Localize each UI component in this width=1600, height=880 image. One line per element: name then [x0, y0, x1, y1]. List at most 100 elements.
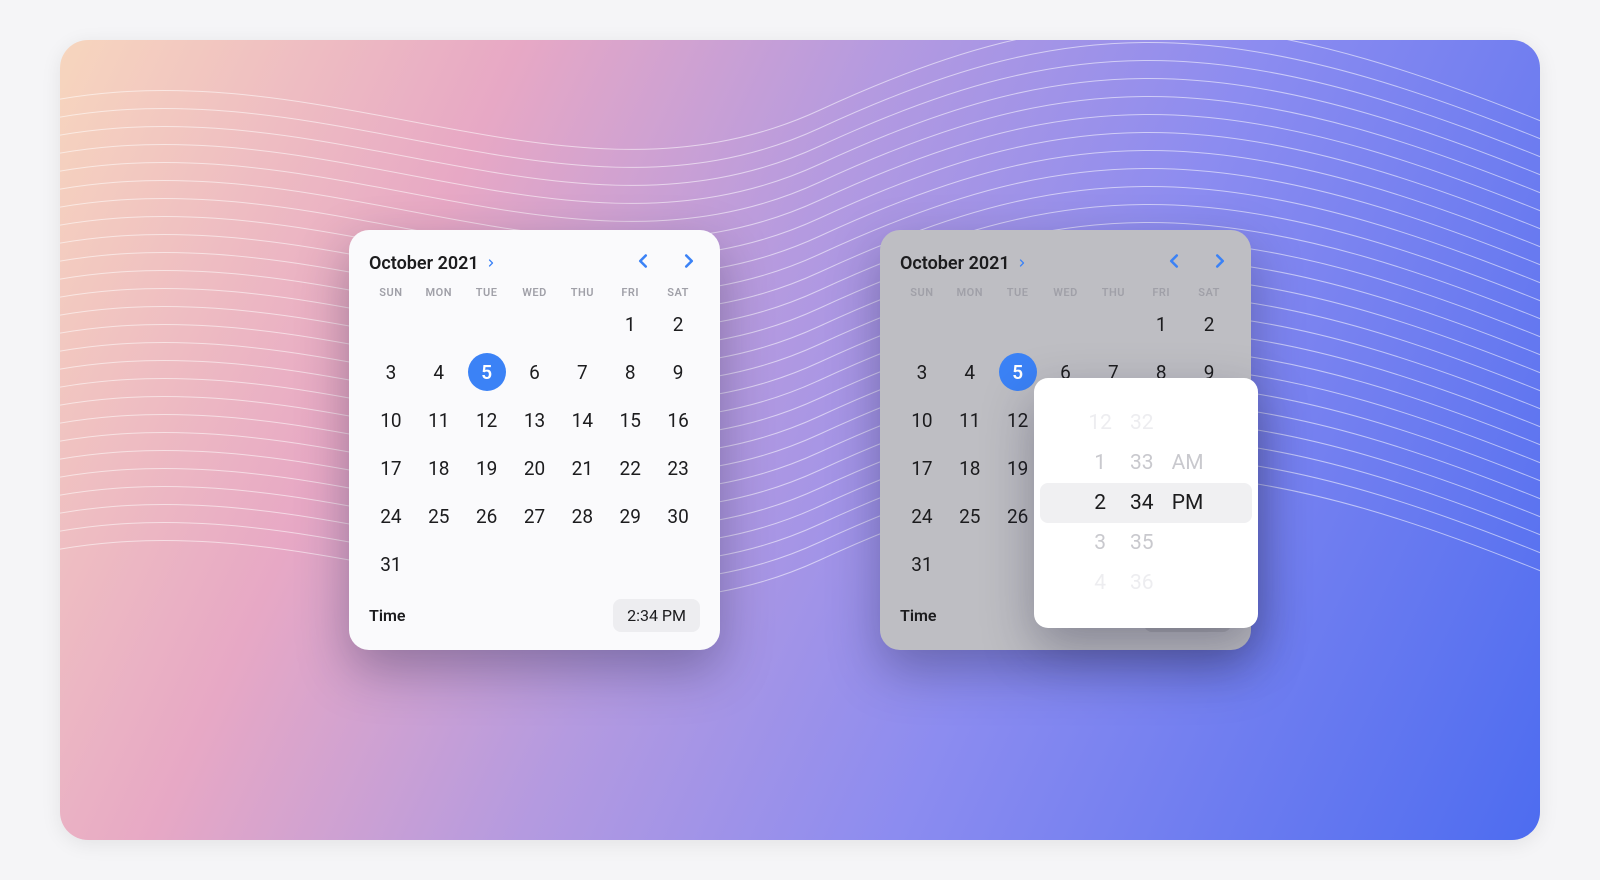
weekday-label: SUN: [367, 286, 415, 299]
calendar-day-empty: [1042, 305, 1090, 343]
calendar-day[interactable]: 8: [606, 353, 654, 391]
calendar-day[interactable]: 5: [999, 353, 1037, 391]
weekday-label: FRI: [1137, 286, 1185, 299]
chevron-right-icon[interactable]: [1016, 253, 1028, 274]
weekday-label: TUE: [994, 286, 1042, 299]
picker-minute-option[interactable]: 32: [1130, 403, 1154, 443]
picker-period-option[interactable]: AM: [1172, 443, 1204, 483]
calendar-day[interactable]: 13: [511, 401, 559, 439]
calendar-day[interactable]: 18: [946, 449, 994, 487]
calendar-day[interactable]: 30: [654, 497, 702, 535]
calendar-card-closed: October 2021 SUNMONTUEWEDTHUFRISAT123456…: [349, 230, 720, 650]
calendar-title[interactable]: October 2021: [900, 253, 1010, 274]
calendar-day[interactable]: 28: [558, 497, 606, 535]
picker-minute-option[interactable]: 35: [1130, 523, 1154, 563]
calendar-day[interactable]: 15: [606, 401, 654, 439]
calendar-day[interactable]: 11: [946, 401, 994, 439]
calendar-day[interactable]: 14: [558, 401, 606, 439]
picker-hour-option[interactable]: 2: [1094, 483, 1106, 523]
calendar-day[interactable]: 25: [415, 497, 463, 535]
weekday-label: WED: [1042, 286, 1090, 299]
picker-hour-option[interactable]: 3: [1094, 523, 1106, 563]
calendar-day[interactable]: 1: [1137, 305, 1185, 343]
weekday-label: SAT: [654, 286, 702, 299]
prev-month-button[interactable]: [1163, 250, 1185, 276]
calendar-day-empty: [946, 305, 994, 343]
calendar-day[interactable]: 25: [946, 497, 994, 535]
calendar-day[interactable]: 27: [511, 497, 559, 535]
calendar-day[interactable]: 17: [367, 449, 415, 487]
calendar-day[interactable]: 10: [898, 401, 946, 439]
weekday-label: MON: [946, 286, 994, 299]
prev-month-button[interactable]: [632, 250, 654, 276]
calendar-day[interactable]: 2: [1185, 305, 1233, 343]
calendar-day[interactable]: 31: [367, 545, 415, 583]
calendar-day[interactable]: 24: [367, 497, 415, 535]
chevron-right-icon[interactable]: [485, 253, 497, 274]
calendar-day[interactable]: 6: [511, 353, 559, 391]
picker-hour-column[interactable]: 121234: [1088, 403, 1112, 603]
calendar-day[interactable]: 2: [654, 305, 702, 343]
calendar-day[interactable]: 5: [468, 353, 506, 391]
calendar-day-empty: [367, 305, 415, 343]
calendar-day[interactable]: 24: [898, 497, 946, 535]
picker-minute-option[interactable]: 33: [1130, 443, 1154, 483]
picker-hour-option[interactable]: 1: [1094, 443, 1106, 483]
next-month-button[interactable]: [678, 250, 700, 276]
weekday-header: SUNMONTUEWEDTHUFRISAT: [898, 286, 1233, 299]
calendar-day[interactable]: 22: [606, 449, 654, 487]
calendar-day[interactable]: 18: [415, 449, 463, 487]
weekday-label: SAT: [1185, 286, 1233, 299]
calendar-grid: 1234567891011121314151617181920212223242…: [367, 305, 702, 583]
calendar-title[interactable]: October 2021: [369, 253, 479, 274]
calendar-day[interactable]: 1: [606, 305, 654, 343]
calendar-day-empty: [1089, 305, 1137, 343]
preview-canvas: October 2021 SUNMONTUEWEDTHUFRISAT123456…: [60, 40, 1540, 840]
calendar-day[interactable]: 4: [946, 353, 994, 391]
calendar-day[interactable]: 20: [511, 449, 559, 487]
calendar-day-empty: [558, 305, 606, 343]
weekday-label: THU: [1089, 286, 1137, 299]
picker-hour-option[interactable]: 4: [1094, 563, 1106, 603]
weekday-label: TUE: [463, 286, 511, 299]
picker-period-option[interactable]: PM: [1172, 483, 1204, 523]
calendar-card-open: October 2021 SUNMONTUEWEDTHUFRISAT123456…: [880, 230, 1251, 650]
time-label: Time: [900, 606, 937, 625]
weekday-label: SUN: [898, 286, 946, 299]
picker-period-column[interactable]: AMPM: [1172, 403, 1204, 603]
calendar-day[interactable]: 26: [463, 497, 511, 535]
picker-hour-option[interactable]: 12: [1088, 403, 1112, 443]
calendar-day[interactable]: 23: [654, 449, 702, 487]
calendar-day[interactable]: 17: [898, 449, 946, 487]
calendar-day-empty: [415, 305, 463, 343]
weekday-header: SUNMONTUEWEDTHUFRISAT: [367, 286, 702, 299]
time-label: Time: [369, 606, 406, 625]
weekday-label: WED: [511, 286, 559, 299]
calendar-day[interactable]: 4: [415, 353, 463, 391]
next-month-button[interactable]: [1209, 250, 1231, 276]
weekday-label: FRI: [606, 286, 654, 299]
weekday-label: MON: [415, 286, 463, 299]
calendar-day[interactable]: 3: [898, 353, 946, 391]
calendar-day-empty: [511, 305, 559, 343]
calendar-day[interactable]: 12: [463, 401, 511, 439]
time-value-button[interactable]: 2:34 PM: [613, 599, 700, 632]
calendar-day[interactable]: 10: [367, 401, 415, 439]
time-picker-popover[interactable]: 1212343233343536AMPM: [1034, 378, 1258, 628]
weekday-label: THU: [558, 286, 606, 299]
calendar-day-empty: [898, 305, 946, 343]
calendar-day[interactable]: 19: [463, 449, 511, 487]
calendar-day[interactable]: 7: [558, 353, 606, 391]
calendar-day-empty: [994, 305, 1042, 343]
calendar-day[interactable]: 31: [898, 545, 946, 583]
calendar-day[interactable]: 16: [654, 401, 702, 439]
picker-minute-option[interactable]: 36: [1130, 563, 1154, 603]
calendar-day[interactable]: 9: [654, 353, 702, 391]
calendar-day[interactable]: 11: [415, 401, 463, 439]
calendar-day[interactable]: 29: [606, 497, 654, 535]
calendar-day-empty: [463, 305, 511, 343]
picker-minute-column[interactable]: 3233343536: [1130, 403, 1154, 603]
calendar-day[interactable]: 21: [558, 449, 606, 487]
picker-minute-option[interactable]: 34: [1130, 483, 1154, 523]
calendar-day[interactable]: 3: [367, 353, 415, 391]
